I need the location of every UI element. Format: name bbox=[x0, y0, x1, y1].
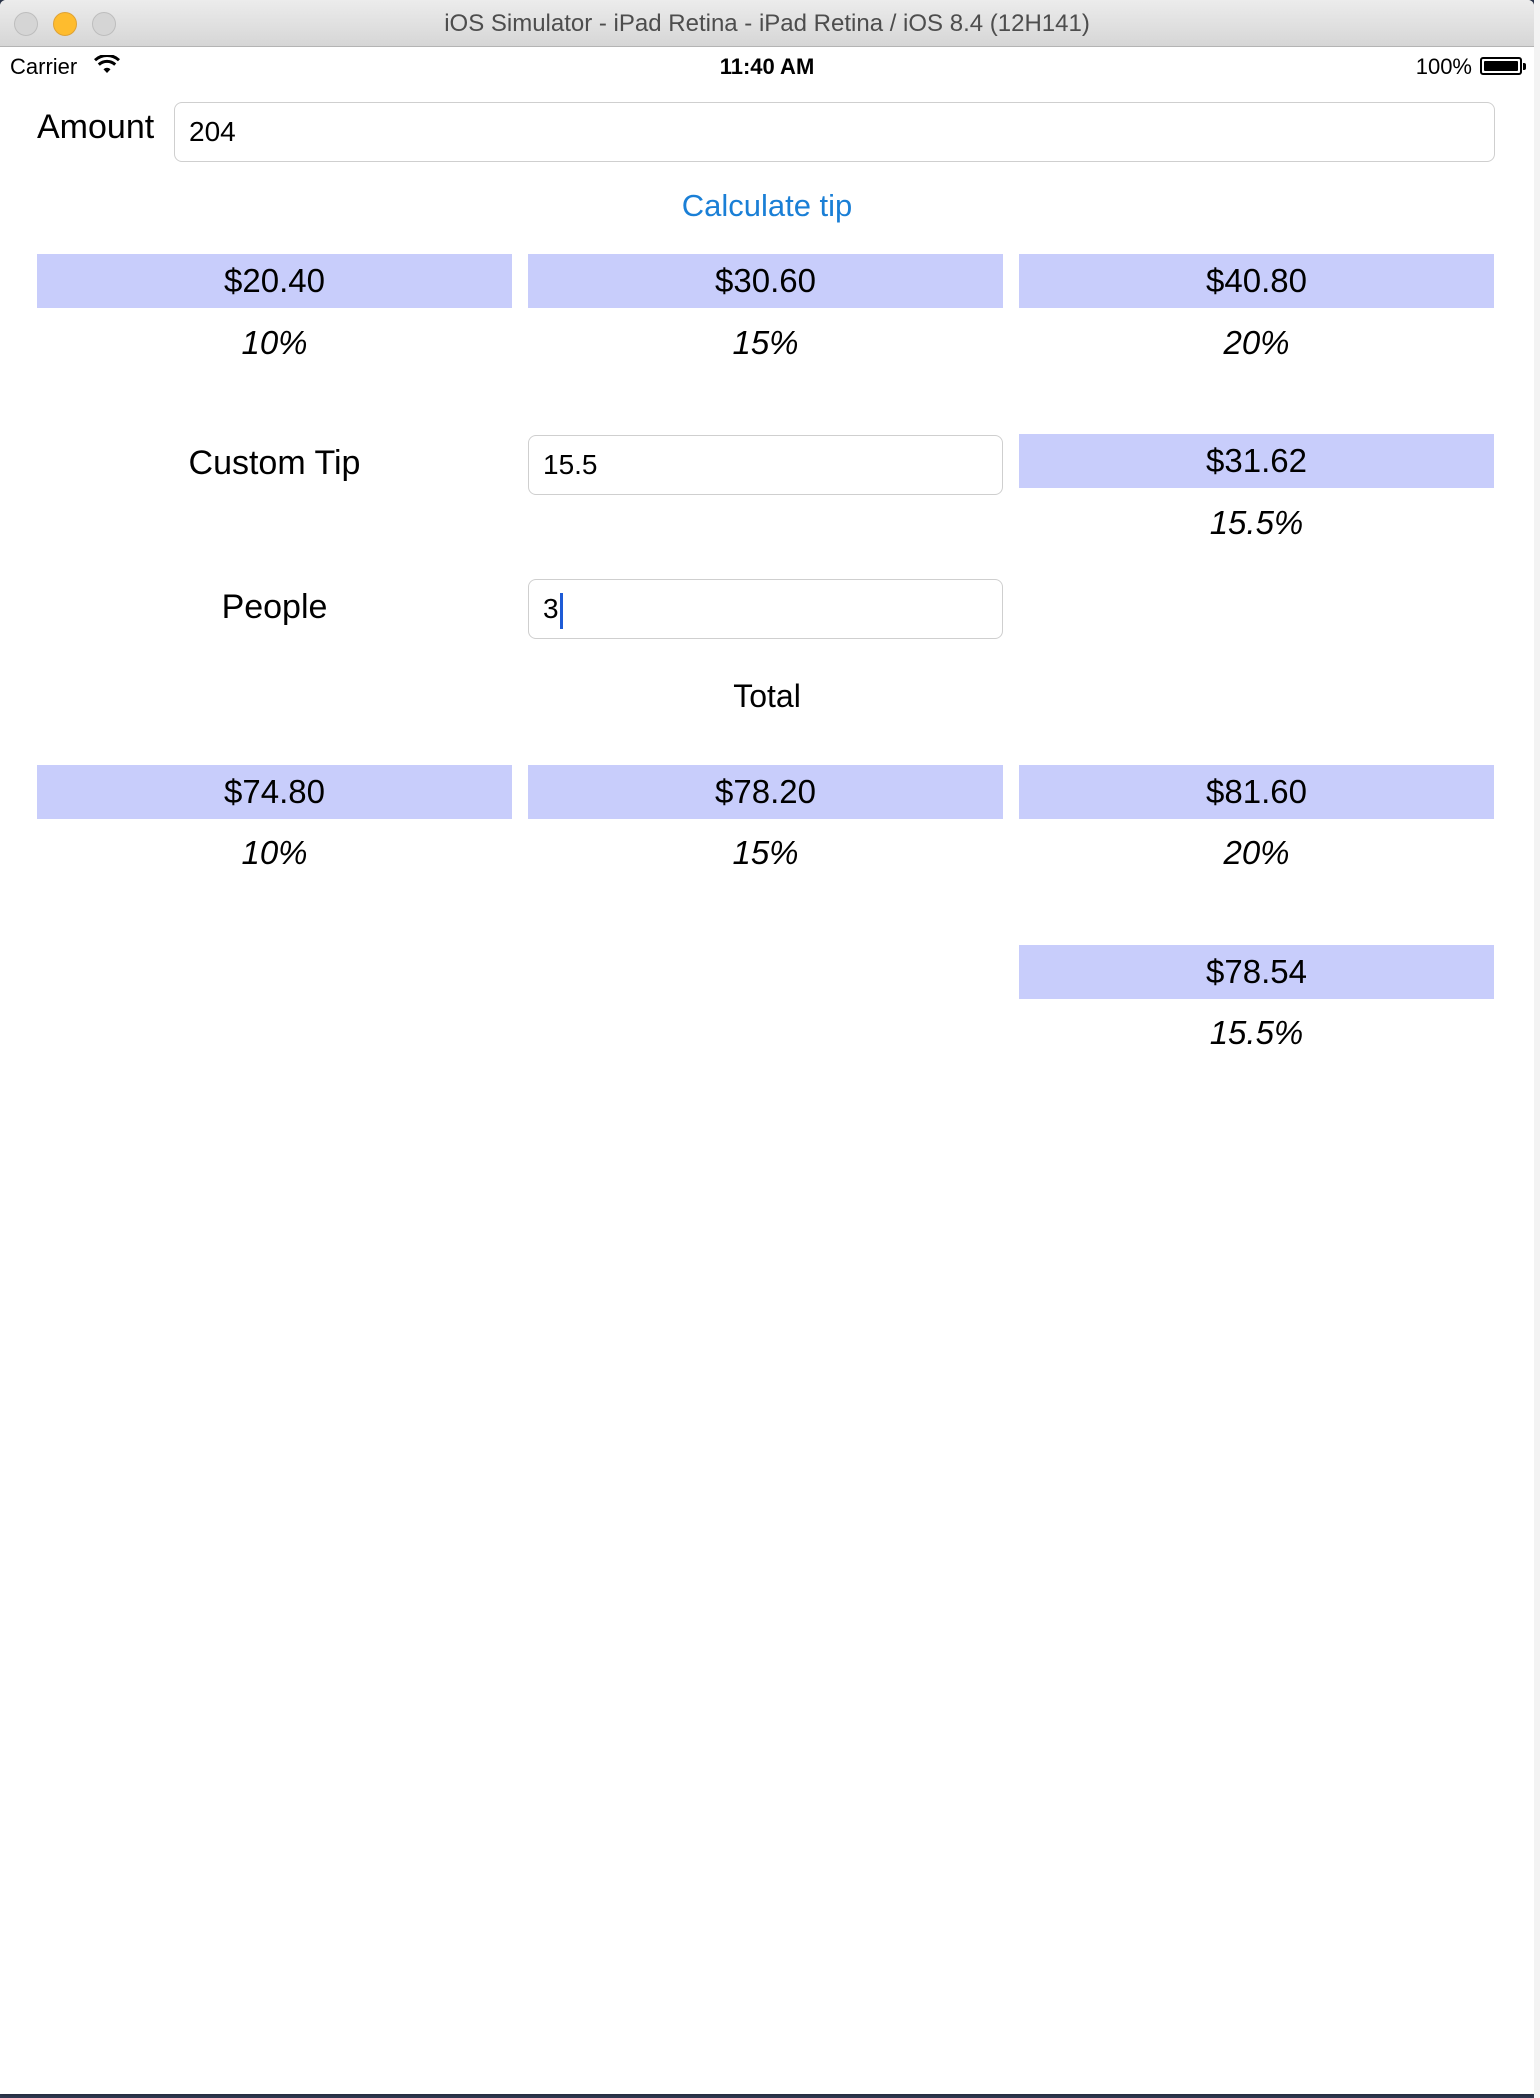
background-window-edge bbox=[1534, 0, 1540, 2098]
amount-label: Amount bbox=[37, 108, 155, 146]
custom-tip-value: $31.62 bbox=[1019, 434, 1494, 488]
people-label: People bbox=[221, 588, 328, 626]
tip-10-percent: 10% bbox=[241, 324, 308, 361]
tip-15-value: $30.60 bbox=[528, 254, 1003, 308]
battery-percentage: 100% bbox=[1415, 54, 1472, 79]
tip-20-value: $40.80 bbox=[1019, 254, 1494, 308]
text-cursor bbox=[559, 592, 563, 629]
custom-tip-percent: 15.5% bbox=[1209, 504, 1304, 541]
custom-total-percent: 15.5% bbox=[1209, 1014, 1304, 1051]
total-10-value: $74.80 bbox=[37, 765, 512, 819]
tip-calculator-view: Amount 204 Calculate tip $20.40 $30.60 $… bbox=[0, 88, 1534, 2094]
tip-10-value: $20.40 bbox=[37, 254, 512, 308]
people-input-value: 3 bbox=[543, 593, 559, 624]
amount-input[interactable]: 204 bbox=[174, 102, 1495, 162]
window-title: iOS Simulator - iPad Retina - iPad Retin… bbox=[444, 10, 1090, 37]
window-titlebar: iOS Simulator - iPad Retina - iPad Retin… bbox=[0, 0, 1534, 47]
simulator-window: iOS Simulator - iPad Retina - iPad Retin… bbox=[0, 0, 1534, 2094]
custom-tip-label: Custom Tip bbox=[188, 444, 361, 482]
people-input[interactable]: 3 bbox=[528, 579, 1003, 639]
battery-icon bbox=[1480, 57, 1526, 75]
status-time: 11:40 AM bbox=[719, 54, 815, 79]
total-15-value: $78.20 bbox=[528, 765, 1003, 819]
total-20-percent: 20% bbox=[1223, 834, 1290, 871]
ios-status-bar: Carrier 11:40 AM 100% bbox=[0, 47, 1534, 87]
tip-20-percent: 20% bbox=[1223, 324, 1290, 361]
custom-tip-input[interactable]: 15.5 bbox=[528, 435, 1003, 495]
total-10-percent: 10% bbox=[241, 834, 308, 871]
total-label: Total bbox=[733, 678, 801, 714]
total-15-percent: 15% bbox=[732, 834, 799, 871]
custom-total-value: $78.54 bbox=[1019, 945, 1494, 999]
calculate-tip-button[interactable]: Calculate tip bbox=[0, 188, 1534, 224]
tip-15-percent: 15% bbox=[732, 324, 799, 361]
total-20-value: $81.60 bbox=[1019, 765, 1494, 819]
